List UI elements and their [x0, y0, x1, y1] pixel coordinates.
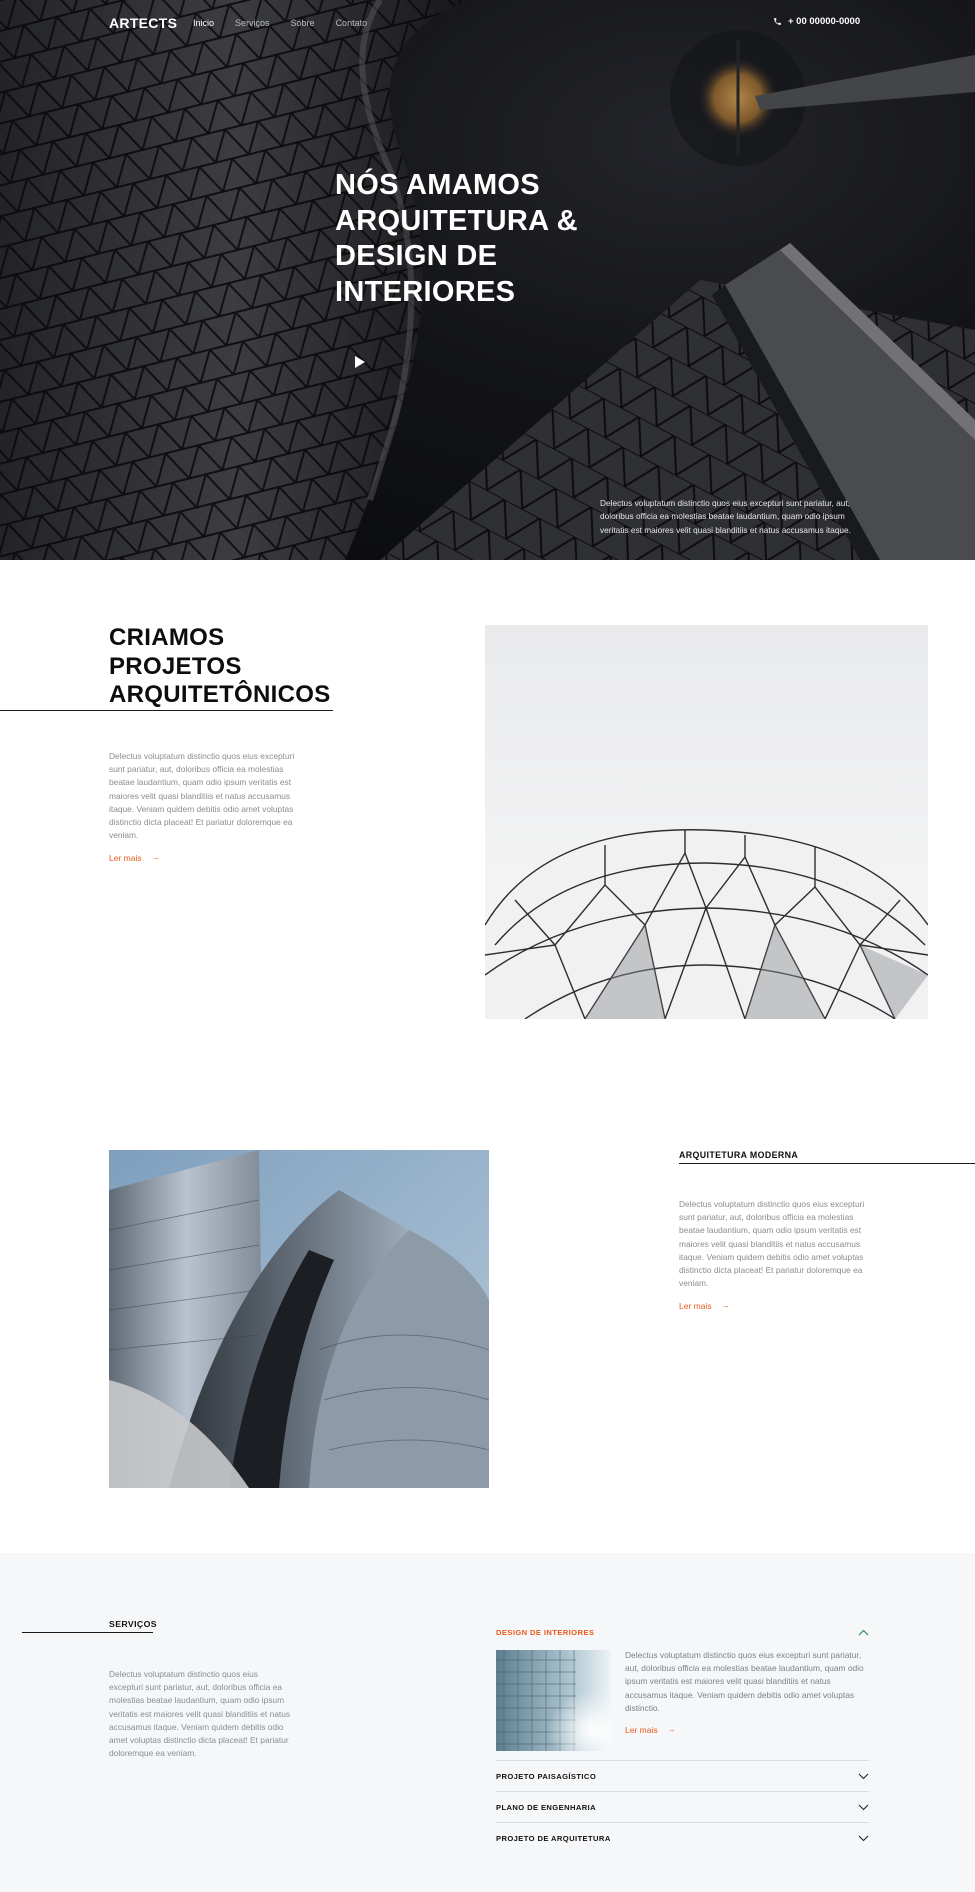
- chevron-up-icon: [858, 1629, 869, 1635]
- modern-description: Delectus voluptatum distinctio quos eius…: [679, 1199, 865, 1289]
- accordion-item-plano-de-engenharia[interactable]: PLANO DE ENGENHARIA: [496, 1791, 869, 1822]
- accordion-open-title: DESIGN DE INTERIORES: [496, 1627, 595, 1637]
- accordion-item-label: PROJETO PAISAGÍSTICO: [496, 1771, 597, 1781]
- modern-title-underline: [679, 1163, 975, 1164]
- modern-title: ARQUITETURA MODERNA: [679, 1150, 799, 1160]
- modern-architecture-image: [109, 1150, 489, 1488]
- phone-number: + 00 00000-0000: [788, 16, 861, 27]
- chevron-down-icon: [858, 1804, 869, 1810]
- arrow-right-icon: →: [667, 1725, 676, 1734]
- projects-title: CRIAMOS PROJETOS ARQUITETÔNICOS: [109, 624, 331, 708]
- services-description: Delectus voluptatum distinctio quos eius…: [109, 1669, 291, 1759]
- accordion-item-label: PROJETO DE ARQUITETURA: [496, 1833, 611, 1843]
- nav-link-contato[interactable]: Contato: [336, 18, 368, 28]
- curved-building-illustration: [109, 1150, 489, 1488]
- chevron-down-icon: [858, 1835, 869, 1841]
- projects-title-underline: [0, 710, 333, 711]
- interior-design-thumbnail: [496, 1650, 611, 1751]
- geodesic-dome-illustration: [485, 625, 928, 1019]
- projects-read-more-link[interactable]: Ler mais →: [109, 853, 160, 863]
- services-title: SERVIÇOS: [109, 1619, 157, 1629]
- main-nav: Inicio Serviços Sobre Contato: [193, 18, 388, 28]
- accordion-item-label: PLANO DE ENGENHARIA: [496, 1802, 596, 1812]
- nav-link-servicos[interactable]: Serviços: [235, 18, 270, 28]
- arrow-right-icon: →: [151, 853, 160, 862]
- services-title-underline: [22, 1632, 153, 1633]
- accordion-header-design-de-interiores[interactable]: DESIGN DE INTERIORES: [496, 1625, 869, 1639]
- read-more-label: Ler mais: [679, 1301, 712, 1311]
- nav-link-sobre[interactable]: Sobre: [291, 18, 315, 28]
- accordion-item-projeto-de-arquitetura[interactable]: PROJETO DE ARQUITETURA: [496, 1822, 869, 1853]
- arrow-right-icon: →: [721, 1301, 730, 1310]
- projects-description: Delectus voluptatum distinctio quos eius…: [109, 751, 295, 841]
- glass-facade-thumbnail: [496, 1650, 611, 1751]
- hero-description: Delectus voluptatum distinctio quos eius…: [600, 498, 851, 535]
- modern-read-more-link[interactable]: Ler mais →: [679, 1301, 730, 1311]
- phone-contact[interactable]: + 00 00000-0000: [773, 16, 860, 27]
- chevron-down-icon: [858, 1773, 869, 1779]
- brand-logo[interactable]: ARTECTS: [109, 15, 177, 31]
- play-icon[interactable]: [354, 355, 366, 369]
- nav-link-inicio[interactable]: Inicio: [193, 18, 214, 28]
- accordion-read-more-link[interactable]: Ler mais →: [625, 1725, 676, 1735]
- accordion-item-projeto-paisagistico[interactable]: PROJETO PAISAGÍSTICO: [496, 1760, 869, 1791]
- read-more-label: Ler mais: [109, 853, 142, 863]
- hero-section: ARTECTS Inicio Serviços Sobre Contato + …: [0, 0, 975, 560]
- dome-image: [485, 625, 928, 1019]
- hero-title: NÓS AMAMOS ARQUITETURA & DESIGN DE INTER…: [335, 169, 578, 308]
- phone-icon: [774, 18, 781, 25]
- accordion-open-description: Delectus voluptatum distinctio quos eius…: [625, 1650, 864, 1713]
- read-more-label: Ler mais: [625, 1725, 658, 1735]
